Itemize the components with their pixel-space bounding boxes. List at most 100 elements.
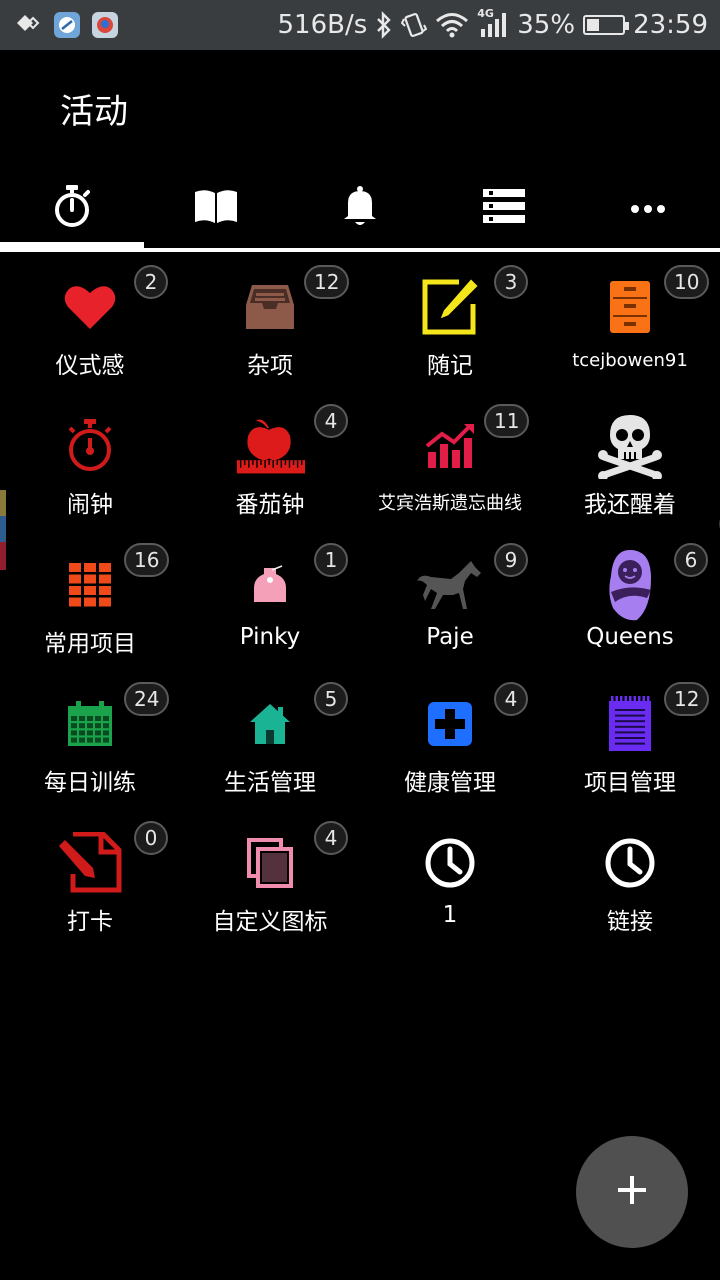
activity-label: 番茄钟 (235, 492, 305, 518)
notepad-icon (595, 689, 665, 759)
add-activity-button[interactable] (576, 1136, 688, 1248)
activity-item[interactable]: Pinky 1 (180, 536, 360, 675)
signal-icon: 4G (477, 7, 509, 39)
status-bar: 516B/s 4G 35% 23:59 (0, 0, 720, 50)
battery-percent: 35% (517, 10, 576, 40)
count-badge: 4 (314, 404, 348, 438)
bluetooth-icon (375, 11, 393, 39)
timer-icon (52, 184, 92, 232)
activity-item[interactable]: Paje 9 (360, 536, 540, 675)
activity-label: 常用项目 (44, 631, 136, 657)
activity-label: 仪式感 (55, 353, 125, 379)
app-icon-1 (54, 12, 80, 38)
tab-bar (0, 168, 720, 252)
inbox-tray-icon (235, 272, 305, 342)
list-icon (483, 188, 525, 228)
activity-item[interactable]: 我还醒着 (540, 397, 720, 536)
tab-divider (0, 248, 720, 252)
battery-icon (583, 15, 630, 35)
activity-label: 1 (442, 902, 458, 928)
count-badge: 4 (314, 821, 348, 855)
tab-timer[interactable] (0, 168, 144, 248)
tab-book[interactable] (144, 168, 288, 248)
activity-item[interactable]: 生活管理 5 (180, 675, 360, 814)
horse-icon (415, 550, 485, 620)
calendar-icon (55, 689, 125, 759)
count-badge: 6 (674, 543, 708, 577)
trend-chart-icon (415, 411, 485, 481)
count-badge: 5 (314, 682, 348, 716)
status-bar-system: 516B/s 4G 35% 23:59 (277, 0, 708, 50)
activity-item[interactable]: 1 (360, 814, 540, 953)
heart-icon (55, 272, 125, 342)
grid-icon (55, 550, 125, 620)
tab-notifications[interactable] (288, 168, 432, 248)
activity-item[interactable]: 每日训练 24 (0, 675, 180, 814)
activity-item[interactable]: Queens 6 (540, 536, 720, 675)
tab-list[interactable] (432, 168, 576, 248)
activity-label: 生活管理 (224, 770, 316, 796)
clock-icon (415, 828, 485, 898)
count-badge: 11 (484, 404, 530, 438)
count-badge: 4 (494, 682, 528, 716)
activity-label: Paje (426, 624, 474, 650)
activity-label: 随记 (427, 353, 473, 379)
plus-icon (616, 1174, 648, 1210)
activity-label: Queens (586, 624, 674, 650)
activity-item[interactable]: 打卡 0 (0, 814, 180, 953)
activity-item[interactable]: 仪式感 2 (0, 258, 180, 397)
activity-label: 项目管理 (584, 770, 676, 796)
activity-item[interactable]: 常用项目 16 (0, 536, 180, 675)
activity-label: tcejbowen91 (572, 350, 688, 371)
wifi-icon (435, 12, 469, 38)
activity-item[interactable]: 闹钟 (0, 397, 180, 536)
document-edit-icon (55, 828, 125, 898)
activity-label: 自定义图标 (212, 909, 328, 935)
count-badge: 9 (494, 543, 528, 577)
tag-icon (235, 550, 305, 620)
activity-label: 打卡 (67, 909, 113, 935)
apple-ruler-icon (235, 411, 305, 481)
count-badge: 2 (134, 265, 168, 299)
medical-plus-icon (415, 689, 485, 759)
edge-handle[interactable] (0, 490, 6, 570)
network-type: 4G (477, 7, 494, 20)
copy-icon (235, 828, 305, 898)
battery-level (587, 19, 599, 31)
cabinet-icon (595, 272, 665, 342)
activity-label: 杂项 (247, 353, 293, 379)
activity-item[interactable]: 艾宾浩斯遗忘曲线 11 (360, 397, 540, 536)
book-icon (193, 188, 239, 228)
activity-item[interactable]: 项目管理 12 (540, 675, 720, 814)
activity-label: 我还醒着 (584, 492, 676, 518)
app-icon-2 (92, 12, 118, 38)
activity-label: 每日训练 (44, 770, 136, 796)
clock-icon (595, 828, 665, 898)
home-icon (235, 689, 305, 759)
activity-label: 闹钟 (67, 492, 113, 518)
edit-icon (415, 272, 485, 342)
activity-item[interactable]: 番茄钟 4 (180, 397, 360, 536)
activity-label: 健康管理 (404, 770, 496, 796)
count-badge: 24 (124, 682, 170, 716)
activity-item[interactable]: 健康管理 4 (360, 675, 540, 814)
activity-item[interactable]: 杂项 12 (180, 258, 360, 397)
count-badge: 0 (134, 821, 168, 855)
activity-item[interactable]: 随记 3 (360, 258, 540, 397)
count-badge: 3 (494, 265, 528, 299)
status-bar-notifications (16, 12, 118, 38)
count-badge: 12 (664, 682, 710, 716)
tab-more[interactable] (576, 168, 720, 248)
stopwatch-icon (55, 411, 125, 481)
activity-item[interactable]: tcejbowen91 10 (540, 258, 720, 397)
bell-icon (342, 185, 378, 231)
net-speed: 516B/s (277, 10, 368, 40)
activity-item[interactable]: 链接 (540, 814, 720, 953)
floating-ball[interactable] (704, 494, 720, 554)
activity-label: 链接 (607, 909, 653, 935)
count-badge: 10 (664, 265, 710, 299)
activity-item[interactable]: 自定义图标 4 (180, 814, 360, 953)
count-badge: 16 (124, 543, 170, 577)
count-badge: 12 (304, 265, 350, 299)
skull-icon (595, 411, 665, 481)
